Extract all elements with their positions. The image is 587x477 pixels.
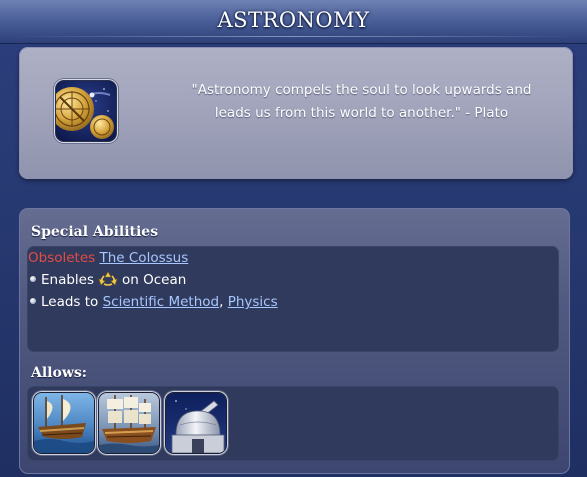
frigate-ship-icon[interactable] [99, 393, 159, 453]
quote-panel: "Astronomy compels the soul to look upwa… [19, 47, 573, 179]
page-title: ASTRONOMY [217, 8, 370, 32]
trade-route-icon [98, 271, 118, 287]
link-physics[interactable]: Physics [228, 294, 278, 310]
leads-to-label: Leads to [41, 294, 99, 310]
link-the-colossus[interactable]: The Colossus [99, 250, 188, 266]
obsoletes-label: Obsoletes [28, 250, 96, 266]
bullet-icon [30, 276, 36, 282]
quote-line-2: leads us from this world to another." - … [214, 105, 509, 121]
obsoletes-row: Obsoletes The Colossus [28, 248, 188, 268]
observatory-icon[interactable] [166, 393, 226, 453]
special-abilities-list: Obsoletes The Colossus Enables on Ocean … [28, 247, 558, 351]
info-panel: Special Abilities Obsoletes The Colossus… [19, 208, 570, 474]
tech-quote: "Astronomy compels the soul to look upwa… [169, 79, 554, 125]
link-scientific-method[interactable]: Scientific Method [103, 294, 220, 310]
allows-heading: Allows: [31, 365, 87, 381]
quote-line-1: "Astronomy compels the soul to look upwa… [191, 82, 532, 98]
astronomy-tech-icon [56, 81, 116, 141]
title-bar: ASTRONOMY [0, 0, 587, 44]
enables-label: Enables [41, 272, 95, 288]
enables-row: Enables on Ocean [28, 270, 186, 290]
bullet-icon [30, 298, 36, 304]
leads-to-separator: , [219, 294, 224, 310]
leads-to-row: Leads to Scientific Method, Physics [28, 292, 278, 312]
galleon-ship-icon[interactable] [34, 393, 94, 453]
special-abilities-heading: Special Abilities [31, 224, 159, 240]
allows-list [28, 387, 558, 460]
enables-suffix: on Ocean [122, 272, 187, 288]
